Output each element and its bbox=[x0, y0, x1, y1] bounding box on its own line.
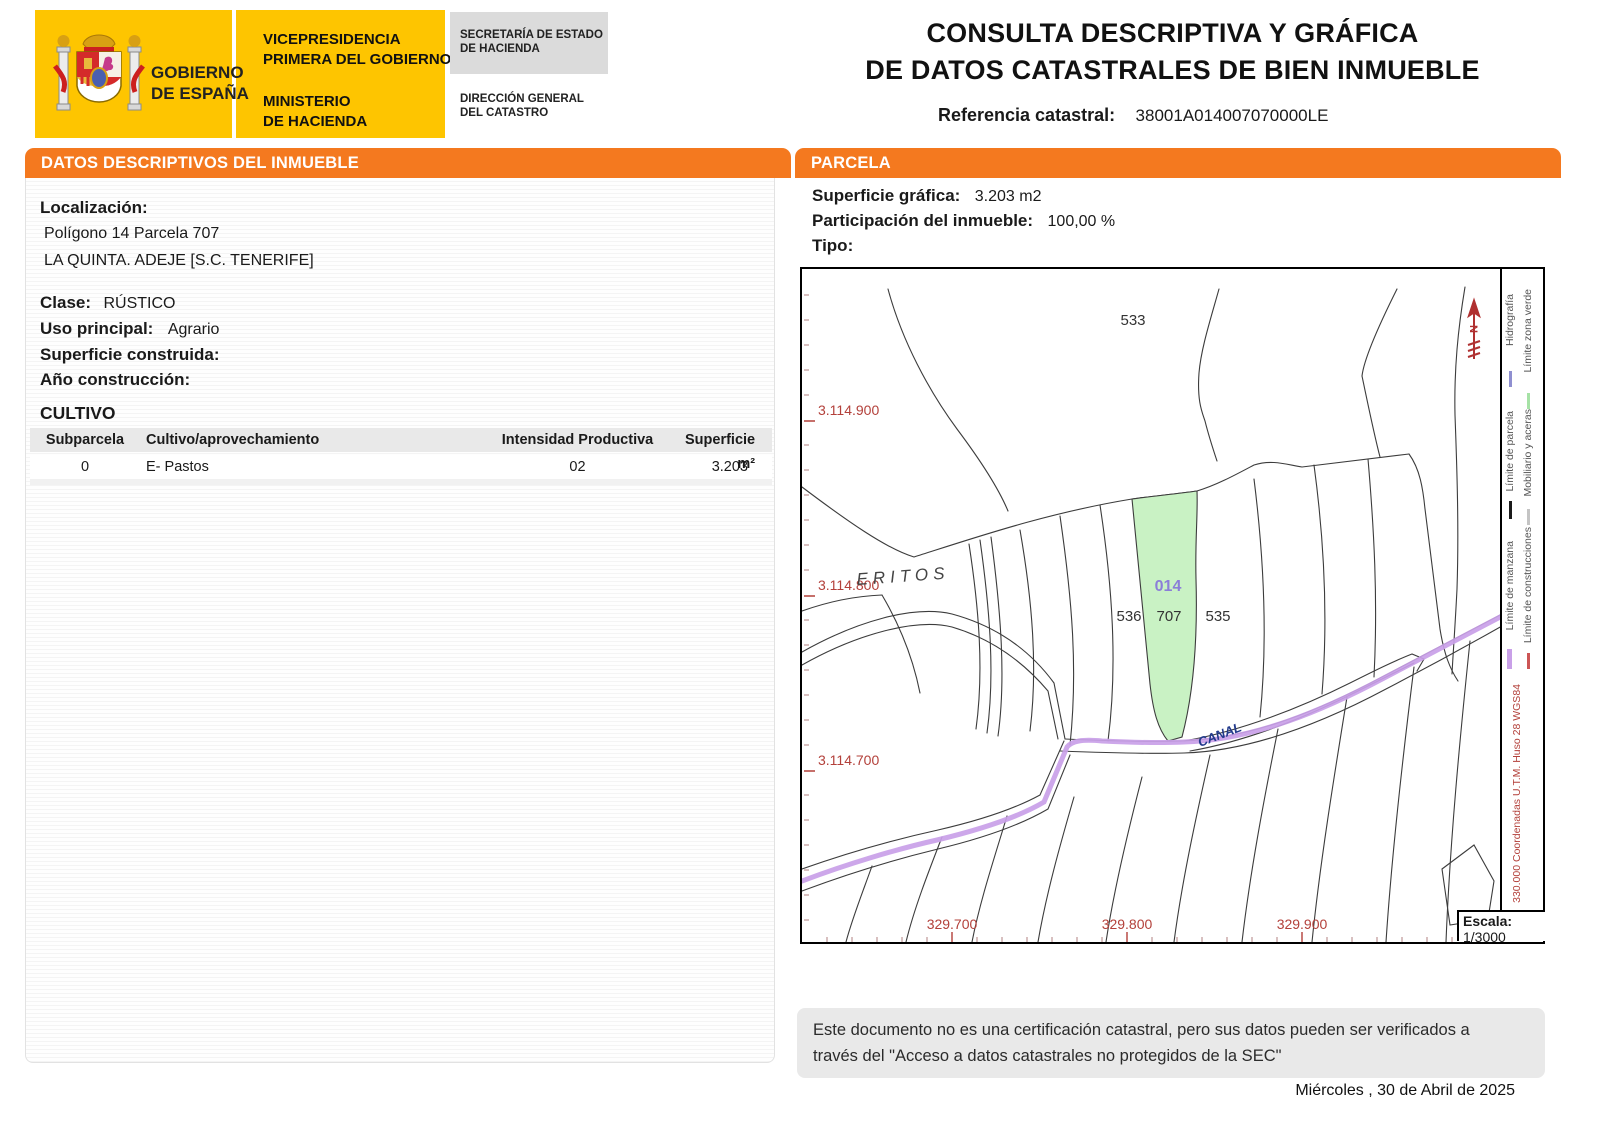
secretaria-box: SECRETARÍA DE ESTADO DE HACIENDA bbox=[450, 12, 608, 74]
scale-label: Escala: bbox=[1463, 913, 1513, 929]
legend-zona-verde-swatch bbox=[1527, 393, 1530, 409]
legend-limite-parcela: Límite de parcela bbox=[1504, 411, 1516, 492]
parcel-label-533: 533 bbox=[1120, 312, 1145, 329]
clase-label: Clase: bbox=[40, 293, 92, 312]
cultivo-table-header: Subparcela Cultivo/aprovechamiento Inten… bbox=[30, 428, 772, 472]
legend-hidrografia: Hidrografía bbox=[1504, 294, 1516, 346]
document-title: CONSULTA DESCRIPTIVA Y GRÁFICA DE DATOS … bbox=[800, 18, 1545, 86]
y-coord-900: 3.114.900 bbox=[818, 402, 879, 418]
left-panel-header: DATOS DESCRIPTIVOS DEL INMUEBLE bbox=[25, 148, 791, 178]
uso-label: Uso principal: bbox=[40, 319, 154, 338]
superficie-grafica-row: Superficie gráfica: 3.203 m2 bbox=[812, 186, 1042, 206]
map-canvas: 3.114.900 3.114.800 3.114.700 329.700 32… bbox=[802, 286, 1502, 942]
direccion-line1: DIRECCIÓN GENERAL bbox=[460, 93, 584, 105]
cell-cultivo: E- Pastos bbox=[146, 459, 209, 475]
y-coord-700: 3.114.700 bbox=[818, 752, 879, 768]
legend-mobiliario-swatch bbox=[1527, 509, 1530, 525]
cultivo-title: CULTIVO bbox=[40, 403, 116, 423]
parcel-label-536: 536 bbox=[1116, 608, 1141, 625]
legend-limite-construcciones: Límite de construcciones bbox=[1522, 527, 1534, 644]
direccion-line2: DEL CATASTRO bbox=[460, 107, 549, 120]
ministerio-text: MINISTERIO DE HACIENDA bbox=[263, 92, 367, 131]
cadastral-document-page: GOBIERNO DE ESPAÑA VICEPRESIDENCIA PRIME… bbox=[0, 0, 1600, 1129]
localizacion-label: Localización: bbox=[40, 198, 148, 217]
secretaria-line1: SECRETARÍA DE ESTADO bbox=[460, 29, 603, 41]
table-stripe bbox=[30, 479, 772, 485]
legend-hidrografia-swatch bbox=[1509, 371, 1512, 387]
vicepresidencia-line2: PRIMERA DEL GOBIERNO bbox=[263, 50, 452, 68]
ministerio-line2: DE HACIENDA bbox=[263, 112, 368, 130]
disclaimer-line2: través del "Acceso a datos catastrales n… bbox=[813, 1046, 1282, 1065]
tipo-row: Tipo: bbox=[812, 236, 863, 256]
legend-mobiliario: Mobiliario y aceras bbox=[1522, 409, 1534, 497]
scale-value: 1/3000 bbox=[1463, 929, 1506, 946]
title-line2: DE DATOS CATASTRALES DE BIEN INMUEBLE bbox=[865, 55, 1480, 85]
svg-text:N: N bbox=[1467, 325, 1479, 333]
participacion-row: Participación del inmueble: 100,00 % bbox=[812, 211, 1115, 231]
legend-limite-parcela-swatch bbox=[1509, 501, 1512, 519]
cell-subparcela: 0 bbox=[80, 459, 90, 475]
clase-row: Clase: RÚSTICO bbox=[40, 293, 175, 313]
legend-limite-construcciones-swatch bbox=[1527, 653, 1530, 669]
ministerio-line1: MINISTERIO bbox=[263, 93, 351, 110]
place-label-eritos: ERITOS bbox=[856, 564, 950, 589]
participacion-value: 100,00 % bbox=[1047, 213, 1116, 230]
superficie-grafica-label: Superficie gráfica: bbox=[812, 186, 961, 205]
disclaimer-box: Este documento no es una certificación c… bbox=[797, 1008, 1545, 1078]
vicepresidencia-text: VICEPRESIDENCIA PRIMERA DEL GOBIERNO bbox=[263, 30, 451, 69]
superficie-construida-label: Superficie construida: bbox=[40, 345, 220, 364]
document-date: Miércoles , 30 de Abril de 2025 bbox=[1295, 1082, 1515, 1099]
disclaimer-line1: Este documento no es una certificación c… bbox=[813, 1021, 1470, 1039]
north-arrow-icon: N bbox=[1467, 297, 1481, 359]
cell-superficie: 3.203 bbox=[711, 459, 748, 475]
vicepresidencia-line1: VICEPRESIDENCIA bbox=[263, 31, 401, 48]
parcel-label-535: 535 bbox=[1205, 608, 1230, 625]
secretaria-line2: DE HACIENDA bbox=[460, 43, 540, 56]
subparcel-label-014: 014 bbox=[1155, 578, 1182, 595]
right-panel-header: PARCELA bbox=[795, 148, 1561, 178]
anio-construccion-row: Año construcción: bbox=[40, 370, 200, 390]
referencia-label: Referencia catastral: bbox=[938, 105, 1116, 125]
direccion-general-text: DIRECCIÓN GENERAL DEL CATASTRO bbox=[460, 92, 584, 121]
tipo-label: Tipo: bbox=[812, 236, 854, 255]
legend-limite-manzana: Límite de manzana bbox=[1504, 541, 1516, 631]
gobierno-line1: GOBIERNO bbox=[151, 63, 244, 82]
spain-coat-of-arms bbox=[53, 34, 145, 111]
gobierno-text: GOBIERNO DE ESPAÑA bbox=[151, 62, 249, 105]
title-line1: CONSULTA DESCRIPTIVA Y GRÁFICA bbox=[926, 18, 1419, 48]
participacion-label: Participación del inmueble: bbox=[812, 211, 1034, 230]
gobierno-line2: DE ESPAÑA bbox=[151, 84, 249, 104]
legend-zona-verde: Límite zona verde bbox=[1522, 289, 1534, 373]
uso-row: Uso principal: Agrario bbox=[40, 319, 219, 339]
cell-intensidad: 02 bbox=[569, 459, 586, 475]
map-legend: Hidrografía Límite zona verde Límite de … bbox=[1500, 269, 1541, 938]
uso-value: Agrario bbox=[167, 321, 220, 338]
referencia-value: 38001A014007070000LE bbox=[1135, 106, 1329, 125]
cadastral-map[interactable]: 3.114.900 3.114.800 3.114.700 329.700 32… bbox=[800, 267, 1545, 945]
scale-box: Escala: 1/3000 bbox=[1457, 910, 1545, 945]
anio-construccion-label: Año construcción: bbox=[40, 370, 191, 389]
x-coord-900: 329.900 bbox=[1277, 916, 1328, 932]
parcel-label-707: 707 bbox=[1156, 608, 1181, 625]
clase-value: RÚSTICO bbox=[103, 295, 176, 312]
cultivo-table: Subparcela Cultivo/aprovechamiento Inten… bbox=[30, 428, 772, 485]
superficie-grafica-value: 3.203 m2 bbox=[974, 188, 1042, 205]
referencia-catastral: Referencia catastral: 38001A014007070000… bbox=[938, 105, 1328, 126]
x-coord-700: 329.700 bbox=[927, 916, 978, 932]
localizacion-line1: Polígono 14 Parcela 707 bbox=[44, 225, 220, 242]
cultivo-table-row: 0 E- Pastos 02 3.203 bbox=[30, 455, 772, 479]
x-coord-800: 329.800 bbox=[1102, 916, 1153, 932]
localizacion-line2: LA QUINTA. ADEJE [S.C. TENERIFE] bbox=[44, 252, 314, 269]
legend-coords-note: 330.000 Coordenadas U.T.M. Huso 28 WGS84 bbox=[1511, 684, 1523, 903]
legend-limite-manzana-swatch bbox=[1507, 649, 1512, 669]
superficie-construida-row: Superficie construida: bbox=[40, 345, 229, 365]
